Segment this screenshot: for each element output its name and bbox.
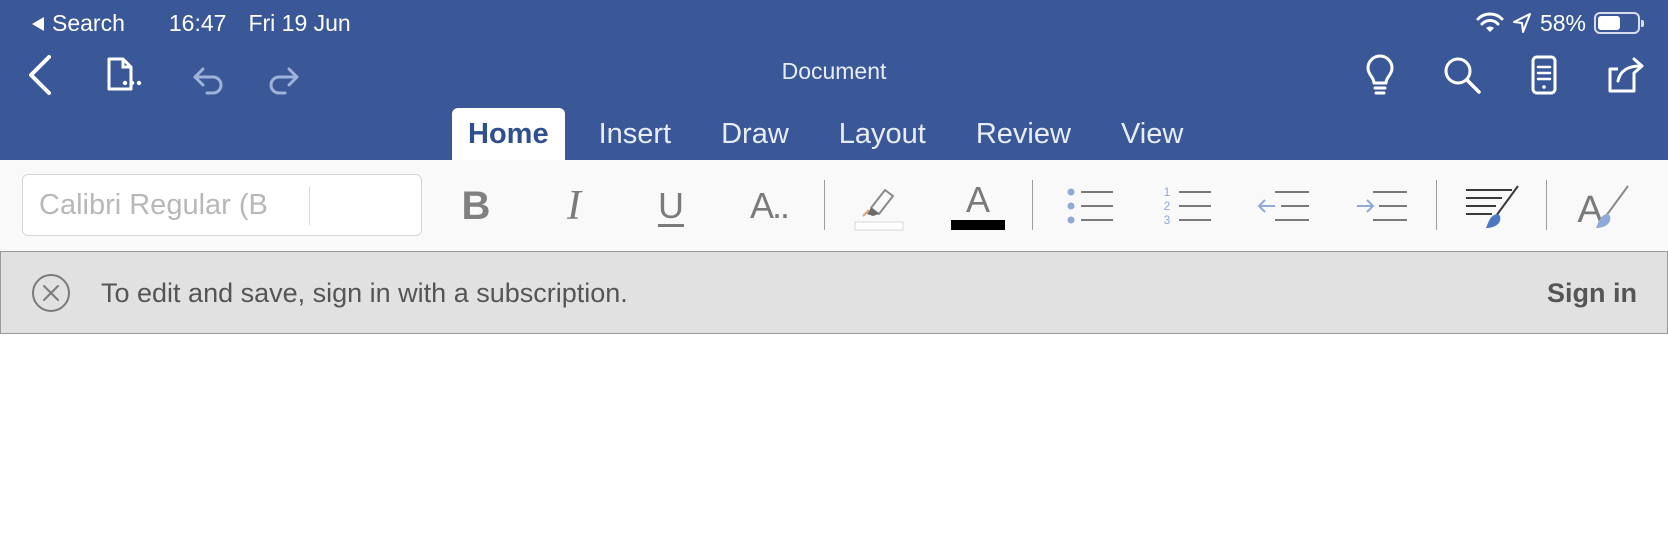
bullets-button[interactable] [1055, 176, 1123, 236]
ribbon-divider [824, 180, 825, 230]
bold-label: B [461, 183, 491, 228]
increase-indent-button[interactable] [1349, 176, 1417, 236]
italic-label: I [567, 183, 581, 229]
tab-review[interactable]: Review [960, 108, 1087, 160]
banner-message: To edit and save, sign in with a subscri… [101, 278, 628, 308]
mobile-view-button[interactable] [1519, 50, 1569, 100]
ribbon-divider [1032, 180, 1033, 230]
tab-draw[interactable]: Draw [705, 108, 805, 160]
svg-text:1: 1 [1164, 185, 1171, 199]
more-formatting-button[interactable]: A.. [735, 176, 803, 236]
bullet-list-icon [1067, 188, 1113, 224]
close-icon[interactable] [31, 273, 71, 313]
mobile-view-icon [1531, 55, 1557, 95]
ribbon-divider [1546, 180, 1547, 230]
search-icon [1444, 57, 1481, 94]
location-arrow-icon [1512, 13, 1531, 33]
ribbon-tabs: Home Insert Draw Layout Review View [452, 108, 1217, 160]
paragraph-styles-button[interactable] [1458, 176, 1526, 236]
document-title: Document [781, 58, 887, 84]
styles-button[interactable]: A [1568, 176, 1636, 236]
font-color-button[interactable]: A [944, 176, 1012, 236]
battery-icon [1594, 12, 1644, 34]
back-to-search-link[interactable]: Search [32, 10, 147, 37]
paragraph-styles-icon [1466, 185, 1519, 228]
sign-in-button[interactable]: Sign in [1547, 252, 1637, 334]
back-triangle-icon [32, 17, 44, 32]
wifi-icon [1476, 12, 1504, 32]
svg-text:2: 2 [1164, 199, 1171, 213]
increase-indent-icon [1357, 191, 1407, 221]
app-header: Search 16:47 Fri 19 Jun 58% Document Hom… [0, 0, 1668, 160]
font-size-divider [309, 187, 310, 225]
lightbulb-icon [1366, 54, 1394, 95]
tell-me-button[interactable] [1355, 50, 1405, 100]
tab-home[interactable]: Home [452, 108, 565, 160]
underline-button[interactable]: U [637, 176, 705, 236]
numbered-list-icon: 1 2 3 [1164, 185, 1211, 227]
share-icon [1608, 57, 1644, 93]
tab-insert[interactable]: Insert [583, 108, 688, 160]
document-canvas[interactable] [0, 334, 1668, 533]
numbering-button[interactable]: 1 2 3 [1153, 176, 1221, 236]
home-ribbon: Calibri Regular (B B I U A.. A 1 2 3 A [0, 160, 1668, 252]
italic-button[interactable]: I [540, 176, 608, 236]
underline-label: U [658, 185, 684, 226]
battery-percent: 58% [1539, 9, 1586, 36]
font-color-icon: A [951, 179, 1005, 230]
status-bar-left: Search 16:47 Fri 19 Jun [32, 8, 373, 38]
decrease-indent-button[interactable] [1251, 176, 1319, 236]
status-date: Fri 19 Jun [248, 9, 351, 36]
share-button[interactable] [1601, 50, 1651, 100]
font-color-letter: A [966, 179, 990, 220]
tab-layout[interactable]: Layout [823, 108, 942, 160]
font-name-value: Calibri Regular (B [39, 189, 268, 221]
highlighter-icon [854, 189, 904, 231]
styles-brush-icon: A [1577, 185, 1629, 231]
font-name-field[interactable]: Calibri Regular (B [22, 174, 422, 236]
highlight-button[interactable] [845, 176, 913, 236]
bold-button[interactable]: B [442, 176, 510, 236]
status-time: 16:47 [168, 9, 227, 36]
subscription-banner: To edit and save, sign in with a subscri… [0, 252, 1668, 334]
search-button[interactable] [1437, 50, 1487, 100]
svg-text:3: 3 [1164, 213, 1171, 227]
more-formatting-label: A.. [749, 185, 790, 226]
decrease-indent-icon [1257, 191, 1309, 221]
tab-view[interactable]: View [1105, 108, 1199, 160]
status-bar-right: 58% [1468, 8, 1644, 38]
ribbon-divider [1436, 180, 1437, 230]
